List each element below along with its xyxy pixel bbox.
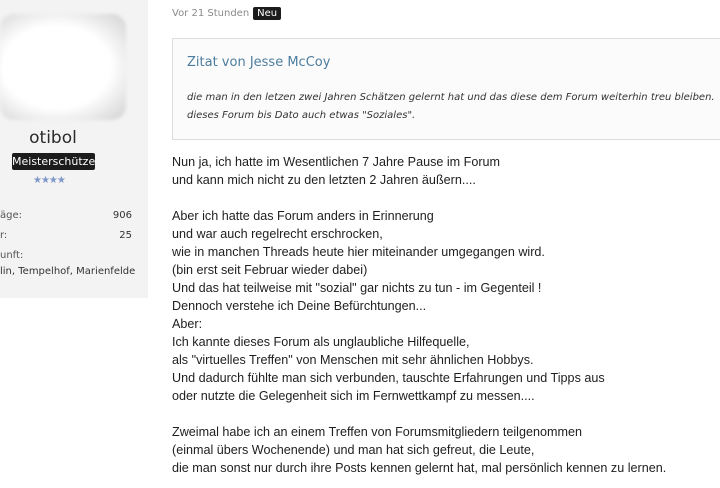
- post-text-line: als "virtuelles Treffen" von Menschen mi…: [172, 353, 534, 367]
- post-text-line: wie in manchen Threads heute hier mitein…: [172, 245, 545, 259]
- post-body: Nun ja, ich hatte im Wesentlichen 7 Jahr…: [172, 153, 720, 477]
- stat-value-posts: 906: [112, 210, 132, 221]
- avatar[interactable]: [0, 14, 126, 120]
- post-text-line: oder nutzte die Gelegenheit sich im Fern…: [172, 389, 535, 403]
- quote-text-line-2: dieses Forum bis Dato auch etwas "Sozial…: [187, 110, 416, 121]
- quote-block: Zitat von Jesse McCoy die man in den let…: [172, 38, 720, 140]
- quote-text-line-1: die man in den letzen zwei Jahren Schätz…: [187, 92, 715, 103]
- origin-label: unft:: [0, 250, 24, 261]
- post-text-line: und kann mich nicht zu den letzten 2 Jah…: [172, 173, 476, 187]
- username[interactable]: otibol: [0, 128, 106, 148]
- post-text-line: (einmal übers Wochenende) und man hat si…: [172, 443, 535, 457]
- location-value: lin, Tempelhof, Marienfelde: [0, 266, 136, 277]
- post-timestamp[interactable]: Vor 21 Stunden: [172, 8, 249, 19]
- post-meta: Vor 21 Stunden Neu: [172, 5, 282, 21]
- post-text-line: Aber:: [172, 317, 203, 331]
- post-text-line: Und dadurch fühlte man sich verbunden, t…: [172, 371, 605, 385]
- rank-badge: Meisterschütze: [12, 153, 96, 170]
- new-badge: Neu: [253, 6, 282, 20]
- user-sidebar: otibol Meisterschütze ★★★★ äge: 906 r: 2…: [0, 0, 148, 298]
- stat-value-reactions: 25: [119, 230, 132, 241]
- post-text-line: Nun ja, ich hatte im Wesentlichen 7 Jahr…: [172, 155, 501, 169]
- stat-label-reactions: r:: [0, 230, 8, 241]
- post-text-line: und war auch regelrecht erschrocken,: [172, 227, 383, 241]
- stat-label-posts: äge:: [0, 210, 22, 221]
- post-text-line: die man sonst nur durch ihre Posts kenne…: [172, 461, 667, 475]
- post-text-line: Und das hat teilweise mit "sozial" gar n…: [172, 281, 542, 295]
- post-text-line: [172, 189, 720, 207]
- post-text-line: [172, 405, 720, 423]
- post-text-line: Zweimal habe ich an einem Treffen von Fo…: [172, 425, 582, 439]
- post-text-line: (bin erst seit Februar wieder dabei): [172, 263, 368, 277]
- quote-title[interactable]: Zitat von Jesse McCoy: [187, 55, 330, 70]
- post-text-line: Ich kannte dieses Forum als unglaubliche…: [172, 335, 470, 349]
- post-text-line: Dennoch verstehe ich Deine Befürchtungen…: [172, 299, 427, 313]
- rank-stars-icon: ★★★★: [33, 175, 66, 186]
- post-text-line: Aber ich hatte das Forum anders in Erinn…: [172, 209, 434, 223]
